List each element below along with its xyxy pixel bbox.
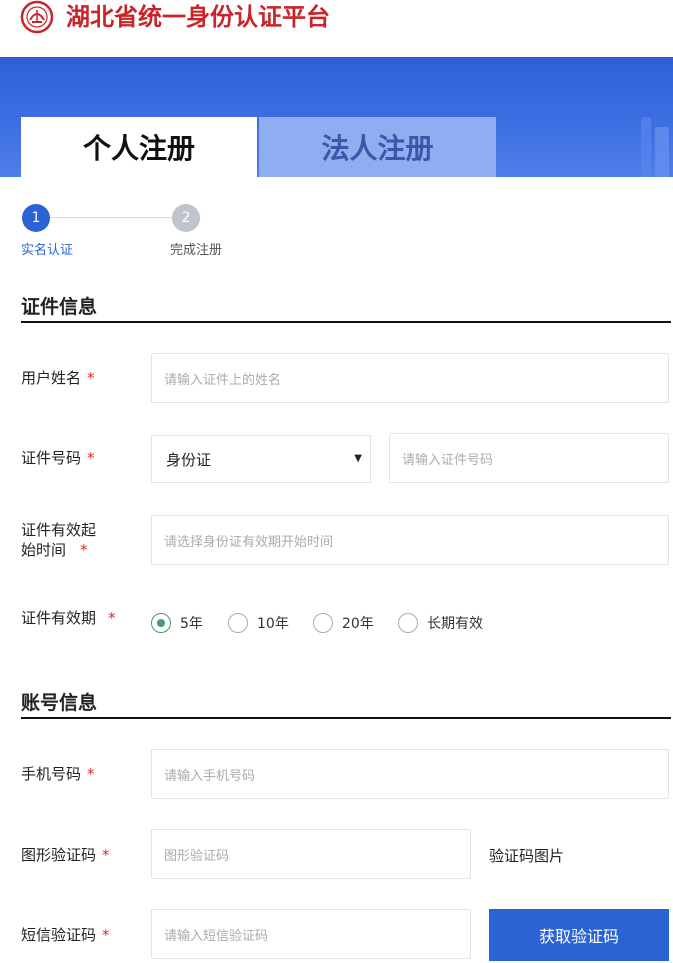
- validity-label: 证件有效期 *: [21, 608, 116, 628]
- sms-code-placeholder: 请输入短信验证码: [164, 928, 269, 944]
- id-number-placeholder: 请输入证件号码: [402, 452, 494, 468]
- valid-start-input[interactable]: 请选择身份证有效期开始时间: [151, 515, 669, 565]
- phone-label: 手机号码 *: [21, 764, 95, 784]
- id-number-label: 证件号码 *: [21, 448, 95, 468]
- captcha-label-text: 图形验证码: [21, 846, 97, 864]
- step-connector: [50, 217, 172, 218]
- radio-unchecked-icon: [313, 613, 333, 633]
- id-number-label-text: 证件号码: [21, 449, 82, 467]
- valid-start-label: 证件有效起 始时间 *: [21, 520, 96, 560]
- required-mark: *: [102, 846, 110, 864]
- name-input[interactable]: 请输入证件上的姓名: [151, 353, 669, 403]
- captcha-input[interactable]: 图形验证码: [151, 829, 471, 879]
- registration-steps: 1 2 实名认证 完成注册: [0, 177, 673, 267]
- site-header: 湖北省统一身份认证平台: [0, 0, 673, 57]
- get-verification-code-button[interactable]: 获取验证码: [489, 909, 669, 961]
- id-number-input[interactable]: 请输入证件号码: [389, 433, 669, 483]
- phone-placeholder: 请输入手机号码: [164, 768, 256, 784]
- radio-unchecked-icon: [228, 613, 248, 633]
- captcha-image[interactable]: 验证码图片: [489, 845, 564, 866]
- name-label-text: 用户姓名: [21, 369, 82, 387]
- required-mark: *: [87, 449, 95, 467]
- radio-unchecked-icon: [398, 613, 418, 633]
- validity-option-10y[interactable]: 10年: [228, 612, 289, 634]
- validity-option-label: 5年: [180, 616, 203, 632]
- captcha-label: 图形验证码 *: [21, 845, 110, 865]
- validity-option-label: 长期有效: [427, 616, 483, 632]
- required-mark: *: [80, 541, 88, 559]
- required-mark: *: [87, 765, 95, 783]
- id-type-value: 身份证: [166, 450, 212, 469]
- validity-option-label: 20年: [342, 616, 374, 632]
- step-1-label: 实名认证: [21, 243, 74, 258]
- id-type-select[interactable]: 身份证 ▼: [151, 435, 371, 483]
- site-title: 湖北省统一身份认证平台: [66, 2, 330, 31]
- validity-option-20y[interactable]: 20年: [313, 612, 374, 634]
- step-1-circle: 1: [22, 204, 50, 232]
- tab-personal-registration[interactable]: 个人注册: [21, 117, 257, 177]
- banner-decoration: [641, 117, 669, 177]
- sms-label: 短信验证码 *: [21, 925, 110, 945]
- captcha-placeholder: 图形验证码: [164, 848, 230, 864]
- tab-legal-registration[interactable]: 法人注册: [259, 117, 496, 177]
- step-2-label: 完成注册: [170, 243, 223, 258]
- name-label: 用户姓名 *: [21, 368, 95, 388]
- chevron-down-icon: ▼: [354, 453, 362, 464]
- section-divider: [21, 321, 671, 323]
- sms-code-input[interactable]: 请输入短信验证码: [151, 909, 471, 959]
- name-placeholder: 请输入证件上的姓名: [164, 372, 282, 388]
- required-mark: *: [102, 926, 110, 944]
- valid-start-label-line1: 证件有效起: [21, 521, 97, 539]
- section-title-id-info: 证件信息: [21, 296, 98, 318]
- validity-label-text: 证件有效期: [21, 609, 97, 627]
- section-title-account-info: 账号信息: [21, 692, 98, 714]
- validity-option-5y[interactable]: 5年: [151, 612, 203, 634]
- required-mark: *: [108, 609, 116, 627]
- sms-label-text: 短信验证码: [21, 926, 97, 944]
- emblem-logo-icon: [20, 0, 54, 34]
- radio-checked-icon: [151, 613, 171, 633]
- validity-option-label: 10年: [257, 616, 289, 632]
- required-mark: *: [87, 369, 95, 387]
- section-divider: [21, 717, 671, 719]
- phone-label-text: 手机号码: [21, 765, 82, 783]
- valid-start-placeholder: 请选择身份证有效期开始时间: [164, 534, 334, 550]
- valid-start-label-line2: 始时间: [21, 541, 67, 559]
- phone-input[interactable]: 请输入手机号码: [151, 749, 669, 799]
- step-2-circle: 2: [172, 204, 200, 232]
- validity-option-long-term[interactable]: 长期有效: [398, 612, 483, 634]
